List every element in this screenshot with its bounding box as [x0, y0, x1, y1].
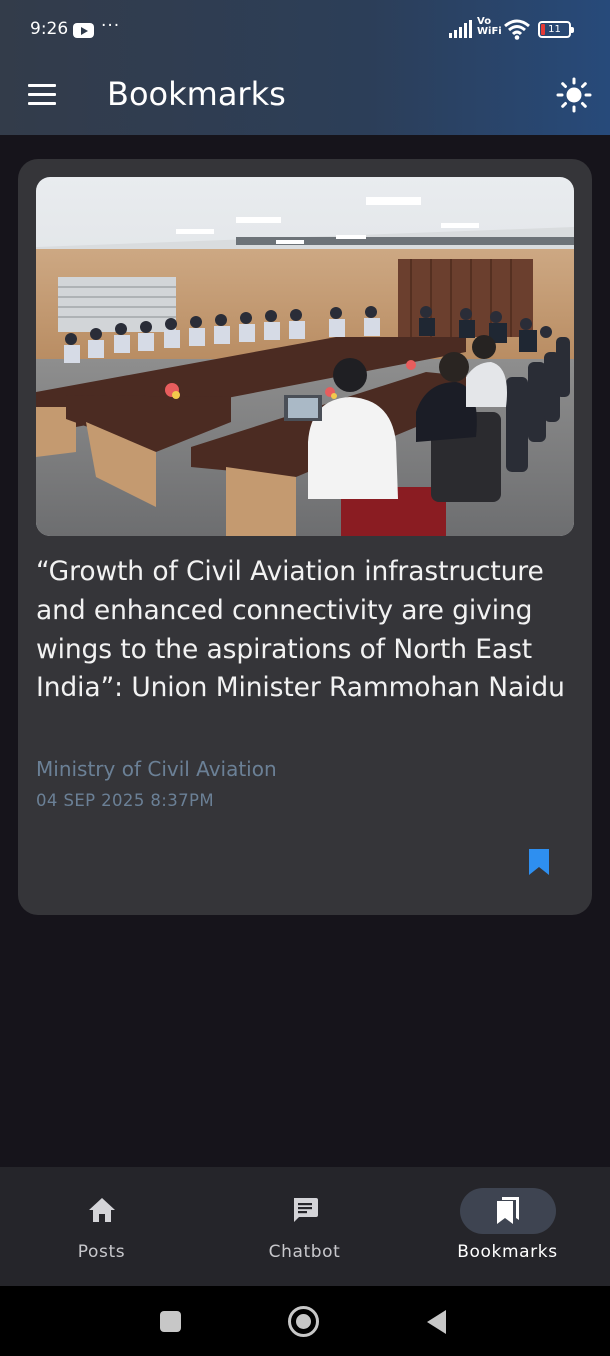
home-icon: [88, 1198, 115, 1222]
article-headline[interactable]: “Growth of Civil Aviation infrastructure…: [36, 553, 576, 708]
system-navigation-bar: [0, 1286, 610, 1356]
header: 9:26 ··· Vo WiFi 11 Bookmarks: [0, 0, 610, 135]
nav-label-posts: Posts: [77, 1242, 126, 1262]
article-card[interactable]: “Growth of Civil Aviation infrastructure…: [18, 159, 592, 915]
bottom-navigation: Posts Chatbot Bookmarks: [0, 1167, 610, 1286]
sun-icon[interactable]: [556, 77, 592, 113]
hamburger-menu-icon[interactable]: [28, 84, 56, 106]
home-button[interactable]: [288, 1306, 319, 1337]
status-time: 9:26: [30, 19, 69, 39]
article-source: Ministry of Civil Aviation: [36, 757, 277, 781]
nav-label-chatbot: Chatbot: [268, 1242, 341, 1262]
recents-button[interactable]: [160, 1311, 181, 1332]
article-photo: [36, 177, 574, 536]
youtube-notification-icon: [73, 23, 94, 38]
article-date: 04 SEP 2025 8:37PM: [36, 791, 215, 810]
bookmark-icon[interactable]: [528, 848, 550, 876]
status-bar: 9:26 ··· Vo WiFi 11: [0, 0, 610, 60]
chat-icon: [293, 1198, 318, 1222]
vowifi-label: Vo WiFi: [477, 16, 502, 37]
nav-item-chatbot[interactable]: Chatbot: [203, 1167, 406, 1286]
more-notifications-indicator: ···: [101, 16, 121, 36]
wifi-icon: [504, 19, 530, 40]
back-button[interactable]: [427, 1310, 446, 1334]
app-bar: Bookmarks: [0, 60, 610, 135]
nav-label-bookmarks: Bookmarks: [457, 1242, 558, 1262]
signal-icon: [449, 20, 472, 38]
battery-level: 11: [548, 24, 561, 35]
page-title: Bookmarks: [107, 75, 286, 113]
battery-icon: 11: [538, 21, 574, 38]
nav-item-posts[interactable]: Posts: [0, 1167, 203, 1286]
bookmarks-icon: [496, 1197, 519, 1224]
nav-item-bookmarks[interactable]: Bookmarks: [406, 1167, 609, 1286]
